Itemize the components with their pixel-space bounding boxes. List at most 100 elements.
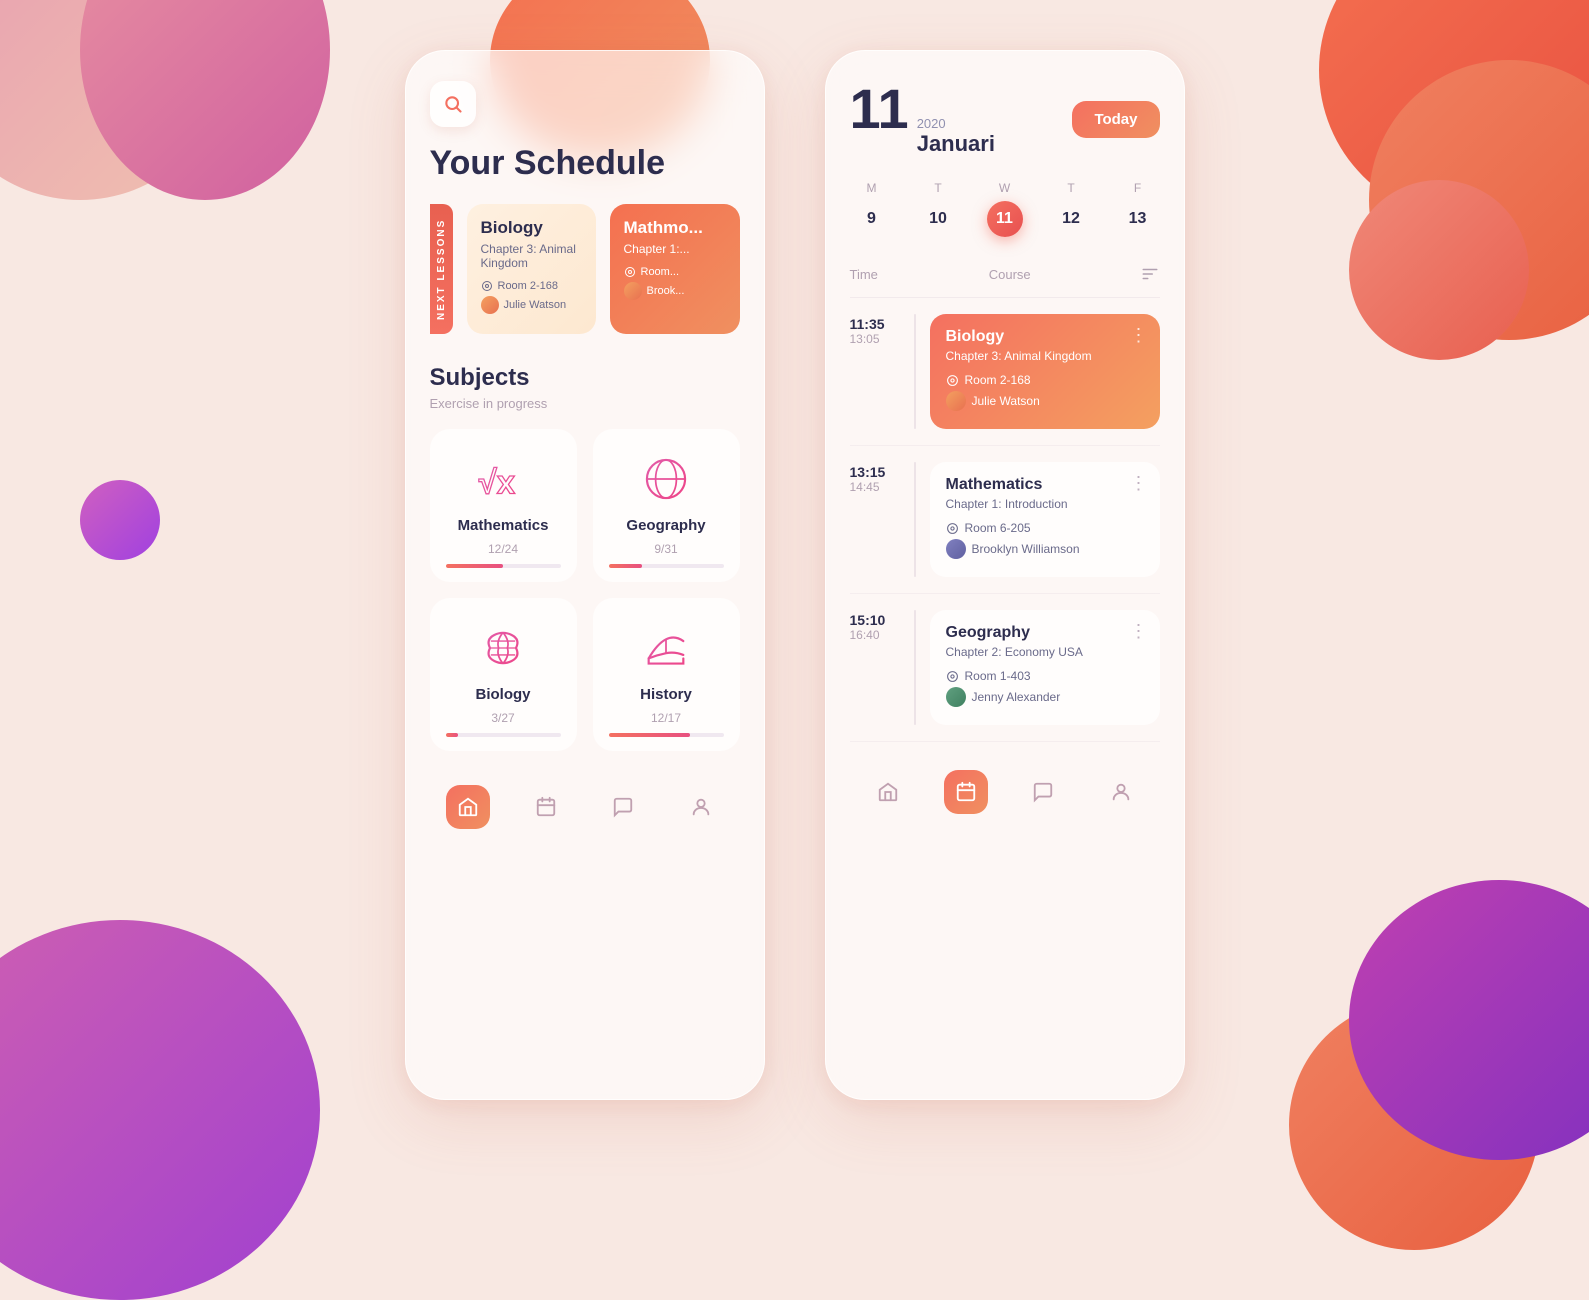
mathematics-time: 13:15 14:45	[850, 462, 900, 577]
week-day-mon-num: 9	[854, 201, 890, 237]
today-button[interactable]: Today	[1072, 101, 1159, 138]
geography-schedule-card[interactable]: ⋮ Geography Chapter 2: Economy USA Room …	[930, 610, 1160, 725]
week-day-fri[interactable]: F 13	[1120, 181, 1156, 237]
biology-progress: 3/27	[491, 711, 514, 725]
mathematics-card-teacher: Brooklyn Williamson	[946, 539, 1144, 559]
schedule-header: Time Course	[850, 257, 1160, 298]
bg-blob-bottom-right	[1289, 1000, 1539, 1250]
left-nav-profile[interactable]	[679, 785, 723, 829]
geography-name: Geography	[626, 517, 705, 534]
lesson-card-1-teacher: Julie Watson	[481, 296, 582, 314]
time-divider-3	[914, 610, 916, 725]
geography-time-end: 16:40	[850, 628, 900, 642]
subject-card-geography[interactable]: Geography 9/31	[593, 429, 740, 582]
week-day-tue-letter: T	[934, 181, 941, 195]
subject-card-mathematics[interactable]: √x Mathematics 12/24	[430, 429, 577, 582]
geography-card-title: Geography	[946, 624, 1144, 642]
mathematics-name: Mathematics	[458, 517, 549, 534]
right-nav-home[interactable]	[866, 770, 910, 814]
week-day-thu[interactable]: T 12	[1053, 181, 1089, 237]
subject-card-history[interactable]: History 12/17	[593, 598, 740, 751]
bg-blob-top-left	[0, 0, 220, 200]
sort-icon[interactable]	[1141, 265, 1159, 283]
lesson-card-1-room: Room 2-168	[481, 280, 582, 292]
search-button[interactable]	[430, 81, 476, 127]
geography-progress-fill	[609, 564, 642, 568]
biology-time-start: 11:35	[850, 316, 900, 332]
bg-blob-right-bottom	[1349, 880, 1589, 1160]
week-day-wed-num: 11	[987, 201, 1023, 237]
next-lessons-label: NEXT LESSONS	[430, 204, 453, 334]
biology-schedule-card[interactable]: ⋮ Biology Chapter 3: Animal Kingdom Room…	[930, 314, 1160, 429]
lesson-card-2-teacher: Brook...	[624, 282, 726, 300]
biology-card-chapter: Chapter 3: Animal Kingdom	[946, 349, 1144, 363]
week-day-wed[interactable]: W 11	[987, 181, 1023, 237]
schedule-list: 11:35 13:05 ⋮ Biology Chapter 3: Animal …	[850, 298, 1160, 742]
biology-menu-dots[interactable]: ⋮	[1130, 326, 1148, 344]
subject-card-biology[interactable]: Biology 3/27	[430, 598, 577, 751]
avatar-jenny	[946, 687, 966, 707]
geography-progress: 9/31	[654, 542, 677, 556]
right-phone: 11 2020 Januari Today M 9 T 10 W 11	[825, 50, 1185, 1100]
bg-blob-right-top-extra	[1349, 180, 1529, 360]
geography-card-teacher: Jenny Alexander	[946, 687, 1144, 707]
mathematics-progress: 12/24	[488, 542, 518, 556]
left-nav-home[interactable]	[446, 785, 490, 829]
next-lessons-wrapper: NEXT LESSONS Biology Chapter 3: Animal K…	[430, 204, 740, 334]
mathematics-card-chapter: Chapter 1: Introduction	[946, 497, 1144, 511]
bg-blob-top-center-left	[80, 0, 330, 200]
geography-time-start: 15:10	[850, 612, 900, 628]
schedule-item-mathematics: 13:15 14:45 ⋮ Mathematics Chapter 1: Int…	[850, 446, 1160, 594]
geography-progress-bar	[609, 564, 724, 568]
bg-blob-mid-left	[80, 480, 160, 560]
lesson-card-2-room: Room...	[624, 266, 726, 278]
schedule-header-time: Time	[850, 267, 878, 282]
week-day-wed-letter: W	[999, 181, 1010, 195]
lesson-card-2-chapter: Chapter 1:...	[624, 242, 726, 256]
week-day-tue[interactable]: T 10	[920, 181, 956, 237]
bg-blob-right-center	[1369, 60, 1589, 340]
mathematics-schedule-card[interactable]: ⋮ Mathematics Chapter 1: Introduction Ro…	[930, 462, 1160, 577]
history-progress-bar	[609, 733, 724, 737]
date-day: 11	[850, 81, 909, 137]
biology-name: Biology	[476, 686, 531, 703]
mathematics-time-end: 14:45	[850, 480, 900, 494]
week-selector: M 9 T 10 W 11 T 12 F 13	[850, 181, 1160, 237]
date-year-month: 2020 Januari	[917, 116, 995, 157]
right-nav-profile[interactable]	[1099, 770, 1143, 814]
history-progress: 12/17	[651, 711, 681, 725]
lesson-card-2-title: Mathmo...	[624, 218, 726, 238]
subjects-grid: √x Mathematics 12/24	[430, 429, 740, 751]
mathematics-menu-dots[interactable]: ⋮	[1130, 474, 1148, 492]
history-progress-fill	[609, 733, 691, 737]
right-nav-chat[interactable]	[1021, 770, 1065, 814]
right-nav-calendar[interactable]	[944, 770, 988, 814]
lesson-card-math[interactable]: Mathmo... Chapter 1:... Room... Brook...	[610, 204, 740, 334]
bg-blob-top-right-2	[1319, 0, 1589, 220]
time-divider-1	[914, 314, 916, 429]
left-nav-calendar[interactable]	[524, 785, 568, 829]
week-day-mon-letter: M	[867, 181, 877, 195]
left-nav-chat[interactable]	[601, 785, 645, 829]
left-phone: Your Schedule NEXT LESSONS Biology Chapt…	[405, 50, 765, 1100]
schedule-item-biology: 11:35 13:05 ⋮ Biology Chapter 3: Animal …	[850, 298, 1160, 446]
mathematics-progress-bar	[446, 564, 561, 568]
schedule-header-course: Course	[989, 267, 1031, 282]
week-day-fri-letter: F	[1134, 181, 1141, 195]
mathematics-progress-fill	[446, 564, 504, 568]
subjects-subtitle: Exercise in progress	[430, 396, 740, 411]
lesson-card-biology[interactable]: Biology Chapter 3: Animal Kingdom Room 2…	[467, 204, 596, 334]
right-bottom-nav	[850, 756, 1160, 814]
week-day-thu-num: 12	[1053, 201, 1089, 237]
week-day-mon[interactable]: M 9	[854, 181, 890, 237]
lesson-card-1-chapter: Chapter 3: Animal Kingdom	[481, 242, 582, 270]
mathematics-card-room: Room 6-205	[946, 521, 1144, 535]
biology-card-room: Room 2-168	[946, 373, 1144, 387]
date-month: Januari	[917, 131, 995, 157]
left-bottom-nav	[430, 771, 740, 829]
date-year: 2020	[917, 116, 995, 131]
geography-menu-dots[interactable]: ⋮	[1130, 622, 1148, 640]
biology-time-end: 13:05	[850, 332, 900, 346]
biology-card-teacher: Julie Watson	[946, 391, 1144, 411]
right-phone-header: 11 2020 Januari Today	[850, 81, 1160, 157]
